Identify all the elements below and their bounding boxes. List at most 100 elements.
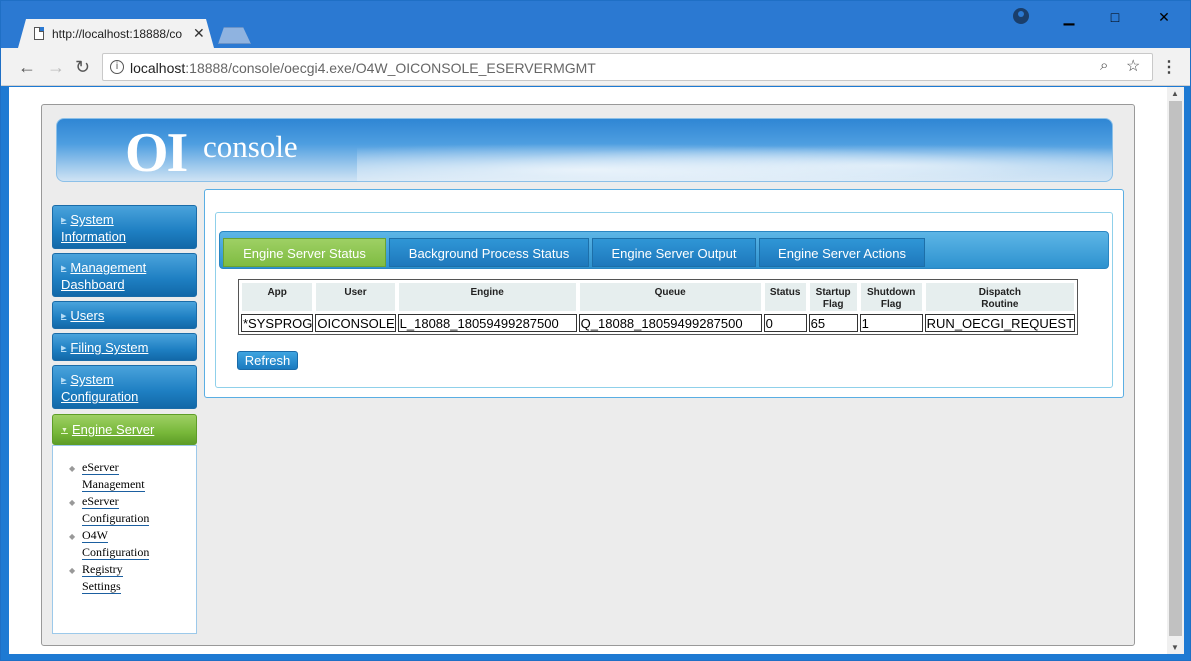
reload-icon[interactable]: ↻ xyxy=(75,57,90,78)
browser-tab[interactable]: http://localhost:18888/co ✕ xyxy=(18,19,214,48)
tab-engine-server-status[interactable]: Engine Server Status xyxy=(223,238,386,267)
page-icon xyxy=(34,27,44,40)
browser-menu-icon[interactable]: ⋮ xyxy=(1161,57,1177,77)
browser-window: http://localhost:18888/co ✕ ▁ □ ✕ ← → ↻ … xyxy=(0,0,1191,661)
cell-dispatch-routine: RUN_OECGI_REQUEST xyxy=(924,314,1076,332)
cell-engine: L_18088_18059499287500 xyxy=(397,314,577,332)
bullet-icon: ◆ xyxy=(69,498,76,507)
engine-server-submenu: ◆ eServer Management ◆ eServer Configurati… xyxy=(52,445,197,634)
submenu-item-label: O4W xyxy=(82,528,108,543)
submenu-item-label: Configuration xyxy=(82,511,150,526)
url-host: localhost xyxy=(130,60,186,76)
header-line: Status xyxy=(769,287,801,298)
title-bar: http://localhost:18888/co ✕ ▁ □ ✕ xyxy=(1,1,1190,48)
info-icon[interactable]: i xyxy=(110,60,124,74)
triangle-icon: ▶ xyxy=(61,345,67,352)
column-header: Engine xyxy=(397,282,577,312)
logo-console: console xyxy=(203,129,298,164)
page-viewport: OI console ▶ System Information ▶ Managemen… xyxy=(9,87,1167,654)
sidebar-item-label: Management xyxy=(70,260,147,275)
header-line: User xyxy=(344,287,367,298)
tab-close-icon[interactable]: ✕ xyxy=(193,25,205,42)
submenu-item-eserver-configuration[interactable]: eServer Configuration xyxy=(82,493,150,527)
zoom-icon[interactable]: ⌕ xyxy=(1100,57,1108,74)
table-header-row: App User Engine Queue Status Startup Flag… xyxy=(241,282,1076,312)
back-icon[interactable]: ← xyxy=(18,57,36,78)
tab-engine-server-actions[interactable]: Engine Server Actions xyxy=(759,238,925,267)
triangle-icon: ▶ xyxy=(61,377,67,384)
content-box: Engine Server Status Background Process … xyxy=(215,212,1113,388)
main-panel: Engine Server Status Background Process … xyxy=(204,189,1124,398)
sidebar-item-label: Engine Server xyxy=(71,422,155,437)
minimize-button[interactable]: ▁ xyxy=(1046,1,1092,33)
sidebar-item-label: Filing System xyxy=(70,340,149,355)
submenu-item-eserver-management[interactable]: eServer Management xyxy=(82,459,145,493)
logo-oi: OI xyxy=(125,122,188,182)
bullet-icon: ◆ xyxy=(69,464,76,473)
header-line: Routine xyxy=(981,299,1019,310)
cell-user: OICONSOLE xyxy=(315,314,396,332)
sidebar-item-system-information[interactable]: ▶ System Information xyxy=(52,205,197,249)
cell-shutdown-flag: 1 xyxy=(859,314,923,332)
address-bar[interactable]: i localhost:18888/console/oecgi4.exe/O4W… xyxy=(102,53,1153,81)
submenu-item-registry-settings[interactable]: Registry Settings xyxy=(82,561,123,595)
submenu-item-label: eServer xyxy=(82,460,119,475)
tab-engine-server-output[interactable]: Engine Server Output xyxy=(592,238,756,267)
header-line: Flag xyxy=(822,299,844,310)
cell-startup-flag: 65 xyxy=(808,314,858,332)
url-text[interactable]: localhost:18888/console/oecgi4.exe/O4W_O… xyxy=(130,60,596,76)
column-header: App xyxy=(241,282,314,312)
sidebar-item-filing-system[interactable]: ▶ Filing System xyxy=(52,333,197,361)
sidebar-item-label: System xyxy=(70,212,114,227)
profile-icon[interactable] xyxy=(1013,8,1029,24)
scroll-down-icon[interactable]: ▼ xyxy=(1171,643,1179,652)
triangle-down-icon: ▼ xyxy=(61,427,68,434)
submenu-item-o4w-configuration[interactable]: O4W Configuration xyxy=(82,527,150,561)
sidebar-item-management-dashboard[interactable]: ▶ Management Dashboard xyxy=(52,253,197,297)
new-tab-button[interactable] xyxy=(218,27,251,44)
bullet-icon: ◆ xyxy=(69,532,76,541)
header-line: Shutdown xyxy=(866,287,916,298)
browser-toolbar: ← → ↻ i localhost:18888/console/oecgi4.e… xyxy=(1,48,1190,86)
maximize-button[interactable]: □ xyxy=(1092,1,1138,33)
tab-title: http://localhost:18888/co xyxy=(52,27,183,41)
scroll-up-icon[interactable]: ▲ xyxy=(1171,89,1179,98)
cell-app: *SYSPROG xyxy=(241,314,314,332)
column-header: Queue xyxy=(578,282,762,312)
triangle-icon: ▶ xyxy=(61,313,67,320)
submenu-item-label: Management xyxy=(82,477,145,492)
triangle-icon: ▶ xyxy=(61,265,67,272)
header-line: Startup xyxy=(815,287,851,298)
forward-icon[interactable]: → xyxy=(47,57,65,78)
column-header: Status xyxy=(763,282,807,312)
cell-status: 0 xyxy=(763,314,807,332)
banner: OI console xyxy=(56,118,1113,182)
submenu-item-label: Configuration xyxy=(82,545,150,560)
submenu-item-label: eServer xyxy=(82,494,119,509)
column-header: User xyxy=(315,282,396,312)
sidebar-item-label: Users xyxy=(70,308,105,323)
refresh-button[interactable]: Refresh xyxy=(237,351,298,370)
triangle-icon: ▶ xyxy=(61,217,67,224)
bullet-icon: ◆ xyxy=(69,566,76,575)
header-line: Queue xyxy=(654,287,686,298)
submenu-item-label: Settings xyxy=(82,579,121,594)
sidebar-item-engine-server[interactable]: ▼ Engine Server xyxy=(52,414,197,445)
engine-status-table: App User Engine Queue Status Startup Flag… xyxy=(238,279,1079,335)
vertical-scrollbar[interactable]: ▲ ▼ xyxy=(1167,87,1184,654)
console-page: OI console ▶ System Information ▶ Managemen… xyxy=(41,104,1135,646)
sidebar-item-system-configuration[interactable]: ▶ System Configuration xyxy=(52,365,197,409)
table-row: *SYSPROG OICONSOLE L_18088_1805949928750… xyxy=(241,314,1076,332)
column-header: Shutdown Flag xyxy=(859,282,923,312)
tab-background-process-status[interactable]: Background Process Status xyxy=(389,238,589,267)
column-header: Dispatch Routine xyxy=(924,282,1076,312)
header-line: Flag xyxy=(880,299,902,310)
bookmark-star-icon[interactable]: ☆ xyxy=(1126,56,1140,76)
sidebar-item-users[interactable]: ▶ Users xyxy=(52,301,197,329)
close-button[interactable]: ✕ xyxy=(1138,1,1190,33)
submenu-item-label: Registry xyxy=(82,562,123,577)
sidebar-item-label: Configuration xyxy=(61,389,139,404)
cell-queue: Q_18088_18059499287500 xyxy=(578,314,762,332)
url-path: :18888/console/oecgi4.exe/O4W_OICONSOLE_… xyxy=(185,60,596,76)
scrollbar-thumb[interactable] xyxy=(1169,101,1182,636)
